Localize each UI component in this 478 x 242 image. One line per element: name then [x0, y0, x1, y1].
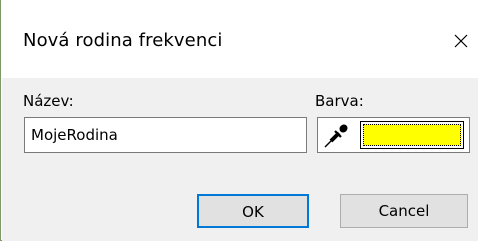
close-icon — [454, 34, 468, 48]
name-label: Název: — [23, 92, 74, 110]
cancel-button[interactable]: Cancel — [340, 194, 468, 228]
dialog-window: Nová rodina frekvenci Název: Barva: Moje… — [0, 0, 478, 241]
title-bar: Nová rodina frekvenci — [1, 0, 477, 78]
eyedropper-icon — [324, 124, 348, 148]
name-input[interactable]: MojeRodina — [24, 117, 307, 153]
color-picker[interactable] — [317, 117, 470, 153]
color-label: Barva: — [315, 92, 364, 110]
ok-button[interactable]: OK — [197, 194, 309, 228]
color-swatch — [360, 121, 464, 149]
close-button[interactable] — [443, 24, 477, 58]
color-swatch-fill — [363, 124, 461, 146]
dialog-title: Nová rodina frekvenci — [23, 30, 223, 51]
dialog-body: Název: Barva: MojeRodina OK Cancel — [2, 78, 478, 241]
